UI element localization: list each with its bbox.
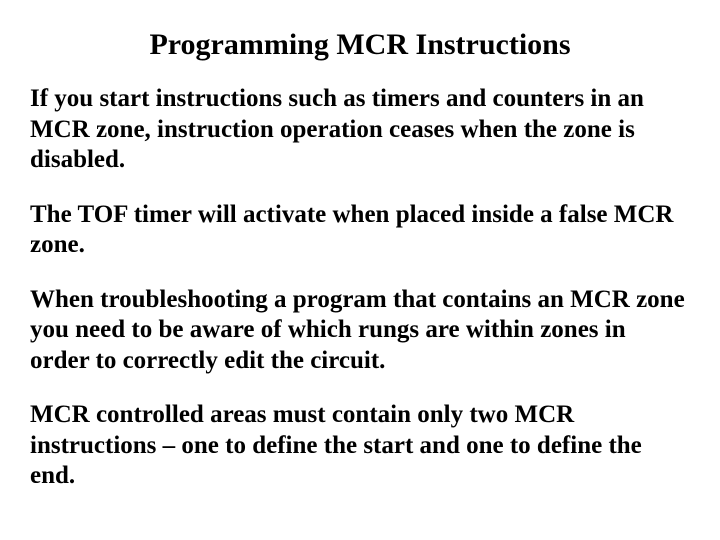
paragraph-2: The TOF timer will activate when placed … [30,200,690,261]
slide: Programming MCR Instructions If you star… [0,0,720,540]
paragraph-4: MCR controlled areas must contain only t… [30,400,690,492]
paragraph-3: When troubleshooting a program that cont… [30,285,690,377]
slide-title: Programming MCR Instructions [30,28,690,62]
paragraph-1: If you start instructions such as timers… [30,84,690,176]
